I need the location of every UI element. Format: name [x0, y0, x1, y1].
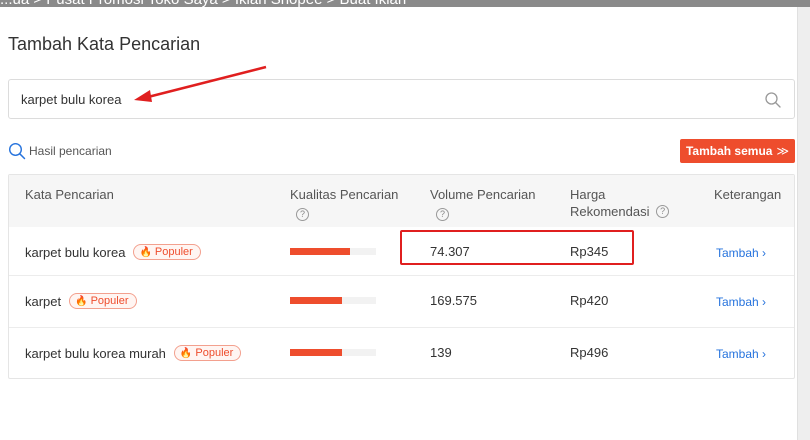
popular-badge: 🔥 Populer	[133, 244, 201, 260]
keyword-text: karpet	[25, 293, 62, 309]
search-input-value[interactable]: karpet bulu korea	[21, 92, 121, 107]
add-keyword-link[interactable]: Tambah ›	[716, 347, 766, 361]
double-chevron-right-icon: ≫	[776, 144, 790, 158]
header-price-line2: Rekomendasi	[570, 204, 650, 219]
table-header: Kata Pencarian Kualitas Pencarian ? Volu…	[9, 175, 794, 227]
badge-label: Populer	[195, 347, 234, 359]
header-quality: Kualitas Pencarian ?	[290, 186, 398, 221]
header-keyword: Kata Pencarian	[25, 187, 114, 202]
popular-badge: 🔥 Populer	[69, 293, 137, 309]
keyword-text: karpet bulu korea murah	[25, 345, 166, 361]
search-input[interactable]: karpet bulu korea	[8, 79, 795, 119]
quality-bar	[290, 349, 376, 356]
quality-bar	[290, 297, 376, 304]
popular-badge: 🔥 Populer	[173, 345, 242, 361]
search-icon	[8, 142, 26, 160]
add-keyword-link[interactable]: Tambah ›	[716, 246, 766, 260]
header-price-line1: Harga	[570, 187, 606, 202]
table-row: karpet 🔥 Populer 169.575 Rp420 Tambah ›	[9, 275, 794, 327]
page-title: Tambah Kata Pencarian	[8, 34, 201, 54]
keyword-text: karpet bulu korea	[25, 244, 126, 260]
keyword-cell: karpet 🔥 Populer	[25, 293, 137, 309]
table-row: karpet bulu korea murah 🔥 Populer 139 Rp4…	[9, 327, 794, 379]
quality-bar	[290, 248, 376, 255]
add-all-label: Tambah semua	[685, 144, 773, 158]
scrollbar-track[interactable]	[797, 7, 810, 440]
keyword-cell: karpet bulu korea 🔥 Populer	[25, 244, 201, 260]
add-keyword-link[interactable]: Tambah ›	[716, 295, 766, 309]
header-notes: Keterangan	[714, 187, 782, 202]
header-volume-label: Volume Pencarian	[430, 187, 536, 202]
results-label: Hasil pencarian	[29, 144, 112, 158]
search-icon[interactable]	[764, 91, 782, 109]
keyword-cell: karpet bulu korea murah 🔥 Populer	[25, 345, 242, 361]
flame-icon: 🔥	[179, 347, 193, 359]
quality-bar-fill	[290, 297, 342, 304]
results-header: Hasil pencarian	[8, 142, 112, 160]
header-quality-label: Kualitas Pencarian	[290, 187, 399, 202]
badge-label: Populer	[90, 295, 129, 307]
flame-icon: 🔥	[75, 295, 88, 307]
volume-cell: 139	[430, 345, 452, 360]
volume-cell: 169.575	[430, 293, 477, 308]
badge-label: Populer	[154, 246, 193, 258]
price-cell: Rp420	[570, 293, 609, 308]
add-all-button[interactable]: Tambah semua ≫	[680, 139, 795, 163]
quality-bar-fill	[290, 248, 351, 255]
question-circle-icon[interactable]: ?	[436, 207, 449, 221]
quality-bar-fill	[290, 349, 342, 356]
annotation-highlight-box	[400, 230, 634, 265]
flame-icon: 🔥	[139, 246, 152, 258]
question-circle-icon[interactable]: ?	[296, 207, 309, 221]
header-volume: Volume Pencarian ?	[430, 186, 536, 221]
keyword-table: Kata Pencarian Kualitas Pencarian ? Volu…	[8, 174, 795, 379]
browser-top-bar: ...ua > Pusat Promosi Toko Saya > Iklan …	[0, 0, 810, 8]
annotation-arrow	[134, 65, 267, 102]
question-circle-icon[interactable]: ?	[656, 205, 670, 219]
breadcrumb: ...ua > Pusat Promosi Toko Saya > Iklan …	[0, 0, 406, 8]
price-cell: Rp496	[570, 345, 609, 360]
header-price: Harga Rekomendasi ?	[570, 186, 670, 220]
